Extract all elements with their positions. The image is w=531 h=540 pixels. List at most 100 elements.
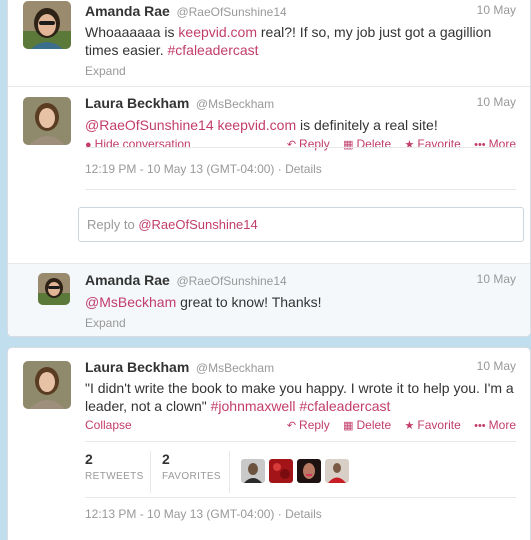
avatar[interactable] bbox=[269, 459, 293, 483]
tweet-text: Whoaaaaaa is keepvid.com real?! If so, m… bbox=[85, 23, 516, 59]
tweet-amanda-rae-reply[interactable]: Amanda Rae @RaeOfSunshine14 10 May @MsBe… bbox=[8, 263, 530, 336]
tweet-text: @MsBeckham great to know! Thanks! bbox=[85, 293, 516, 311]
tweet-text: @RaeOfSunshine14 keepvid.com is definite… bbox=[85, 116, 516, 134]
timestamp-text[interactable]: 12:13 PM - 10 May 13 (GMT-04:00) bbox=[85, 507, 274, 521]
tweet-amanda-rae-1[interactable]: Amanda Rae @RaeOfSunshine14 10 May Whoaa… bbox=[8, 0, 530, 81]
delete-label: Delete bbox=[356, 418, 392, 432]
favorite-label: Favorite bbox=[417, 137, 461, 151]
details-link[interactable]: Details bbox=[285, 507, 322, 521]
divider bbox=[85, 189, 516, 190]
reply-arrow-icon: ↶ bbox=[286, 420, 297, 432]
timestamp-text[interactable]: 12:19 PM - 10 May 13 (GMT-04:00) bbox=[85, 162, 274, 176]
stat-separator bbox=[150, 451, 151, 493]
favoriters-avatars bbox=[241, 459, 361, 485]
tweet-link[interactable]: keepvid.com bbox=[218, 117, 297, 133]
trash-icon: ▦ bbox=[343, 420, 354, 432]
more-button[interactable]: ••• More bbox=[474, 418, 516, 432]
more-dots-icon: ••• bbox=[474, 139, 486, 151]
star-icon: ★ bbox=[404, 420, 415, 432]
tweet-header: Amanda Rae @RaeOfSunshine14 10 May bbox=[85, 272, 516, 290]
conversation-card: Amanda Rae @RaeOfSunshine14 10 May Whoaa… bbox=[7, 0, 531, 337]
delete-label: Delete bbox=[356, 137, 392, 151]
star-icon: ★ bbox=[404, 139, 415, 151]
expand-link[interactable]: Expand bbox=[85, 316, 516, 330]
tweet-date[interactable]: 10 May bbox=[477, 272, 516, 286]
delete-button[interactable]: ▦ Delete bbox=[343, 418, 391, 432]
tweet-header: Amanda Rae @RaeOfSunshine14 10 May bbox=[85, 3, 516, 21]
hashtag-link[interactable]: #johnmaxwell bbox=[211, 398, 296, 414]
mention-link[interactable]: @RaeOfSunshine14 bbox=[85, 117, 214, 133]
more-dots-icon: ••• bbox=[474, 420, 486, 432]
tweet-laura-beckham-quote[interactable]: Laura Beckham @MsBeckham 10 May "I didn'… bbox=[8, 348, 530, 540]
tweet-text-part: Whoaaaaaa is bbox=[85, 24, 179, 40]
reply-label: Reply bbox=[299, 418, 330, 432]
more-button[interactable]: ••• More bbox=[474, 137, 516, 151]
avatar[interactable] bbox=[23, 97, 71, 145]
favorites-stat[interactable]: 2 FAVORITES bbox=[162, 451, 221, 482]
divider bbox=[85, 497, 516, 498]
delete-button[interactable]: ▦ Delete bbox=[343, 137, 391, 151]
author-name[interactable]: Amanda Rae bbox=[85, 272, 170, 288]
author-name[interactable]: Amanda Rae bbox=[85, 3, 170, 19]
tweet-laura-beckham-expanded[interactable]: Laura Beckham @MsBeckham 10 May @RaeOfSu… bbox=[8, 87, 530, 262]
tweet-link[interactable]: keepvid.com bbox=[178, 24, 257, 40]
reply-button[interactable]: ↶ Reply bbox=[287, 418, 330, 432]
tweet-header: Laura Beckham @MsBeckham 10 May bbox=[85, 95, 516, 113]
speech-bubble-icon: ● bbox=[85, 139, 92, 151]
reply-button[interactable]: ↶ Reply bbox=[287, 137, 330, 151]
expand-link[interactable]: Expand bbox=[85, 64, 516, 78]
divider bbox=[85, 441, 516, 442]
author-handle[interactable]: @RaeOfSunshine14 bbox=[176, 5, 286, 19]
tweet-date[interactable]: 10 May bbox=[477, 359, 516, 373]
tweet-date[interactable]: 10 May bbox=[477, 3, 516, 17]
details-link[interactable]: Details bbox=[285, 162, 322, 176]
reply-label: Reply bbox=[299, 137, 330, 151]
hide-conversation-label: Hide conversation bbox=[94, 137, 191, 151]
author-handle[interactable]: @MsBeckham bbox=[196, 97, 274, 111]
retweets-label: RETWEETS bbox=[85, 471, 144, 482]
author-name[interactable]: Laura Beckham bbox=[85, 95, 189, 111]
author-handle[interactable]: @MsBeckham bbox=[196, 361, 274, 375]
avatar[interactable] bbox=[241, 459, 265, 483]
tweet-text-part: great to know! Thanks! bbox=[176, 294, 322, 310]
avatar[interactable] bbox=[23, 361, 71, 409]
tweet-header: Laura Beckham @MsBeckham 10 May bbox=[85, 359, 516, 377]
divider bbox=[85, 147, 516, 148]
favorite-button[interactable]: ★ Favorite bbox=[405, 137, 461, 151]
collapse-link[interactable]: Collapse bbox=[85, 418, 132, 432]
hashtag-link[interactable]: #cfaleadercast bbox=[167, 42, 258, 58]
avatar[interactable] bbox=[38, 273, 70, 305]
tweet-text: "I didn't write the book to make you hap… bbox=[85, 379, 516, 415]
reply-mention: @RaeOfSunshine14 bbox=[138, 217, 258, 232]
favorites-count: 2 bbox=[162, 451, 170, 467]
favorite-button[interactable]: ★ Favorite bbox=[405, 418, 461, 432]
hide-conversation-link[interactable]: ● Hide conversation bbox=[85, 137, 191, 151]
tweet-date[interactable]: 10 May bbox=[477, 95, 516, 109]
hashtag-link[interactable]: #cfaleadercast bbox=[299, 398, 390, 414]
tweet-card: Laura Beckham @MsBeckham 10 May "I didn'… bbox=[7, 347, 531, 540]
tweet-actions: Collapse ↶ Reply ▦ Delete ★ Favorite ••• Mor… bbox=[85, 418, 516, 434]
more-label: More bbox=[488, 137, 516, 151]
tweet-text-part: is definitely a real site! bbox=[296, 117, 438, 133]
mention-link[interactable]: @MsBeckham bbox=[85, 294, 176, 310]
action-buttons: ↶ Reply ▦ Delete ★ Favorite ••• More bbox=[277, 137, 516, 151]
trash-icon: ▦ bbox=[343, 139, 354, 151]
avatar[interactable] bbox=[297, 459, 321, 483]
tweet-actions: ● Hide conversation ↶ Reply ▦ Delete ★ Favor… bbox=[85, 137, 516, 153]
avatar[interactable] bbox=[23, 1, 71, 49]
retweets-stat[interactable]: 2 RETWEETS bbox=[85, 451, 144, 482]
reply-input[interactable]: Reply to @RaeOfSunshine14 bbox=[78, 207, 524, 242]
author-handle[interactable]: @RaeOfSunshine14 bbox=[176, 274, 286, 288]
reply-prefix: Reply to bbox=[87, 217, 139, 232]
author-name[interactable]: Laura Beckham bbox=[85, 359, 189, 375]
tweet-timestamp: 12:13 PM - 10 May 13 (GMT-04:00) · Detai… bbox=[85, 507, 322, 521]
action-buttons: ↶ Reply ▦ Delete ★ Favorite ••• More bbox=[277, 418, 516, 432]
favorites-label: FAVORITES bbox=[162, 471, 221, 482]
avatar[interactable] bbox=[325, 459, 349, 483]
stat-separator bbox=[229, 451, 230, 493]
more-label: More bbox=[488, 418, 516, 432]
retweets-count: 2 bbox=[85, 451, 93, 467]
reply-arrow-icon: ↶ bbox=[286, 139, 297, 151]
tweet-stats: 2 RETWEETS 2 FAVORITES bbox=[85, 451, 516, 496]
tweet-timestamp: 12:19 PM - 10 May 13 (GMT-04:00) · Detai… bbox=[85, 162, 322, 176]
